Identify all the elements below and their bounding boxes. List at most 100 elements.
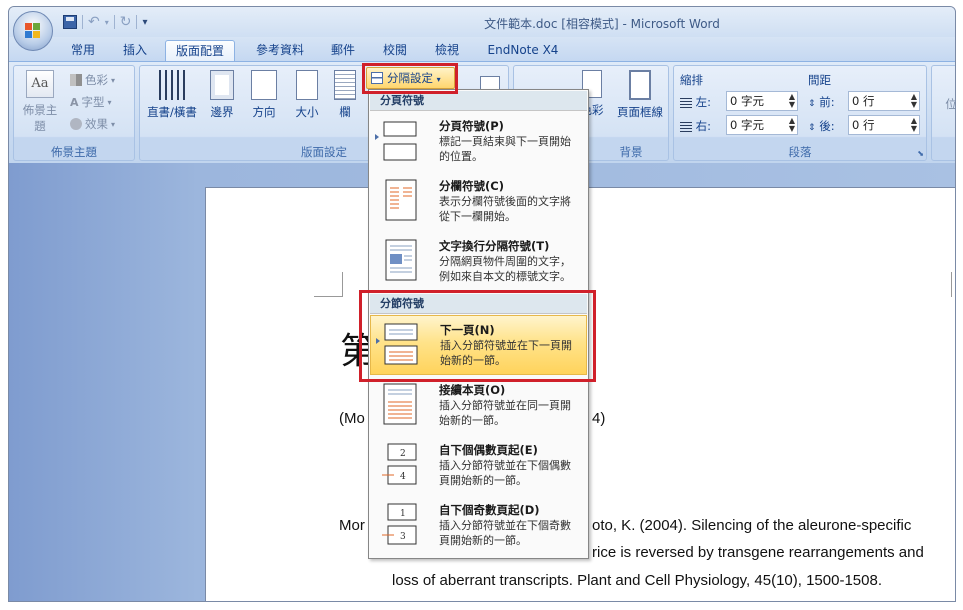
indent-right-value: 0 字元 bbox=[730, 118, 764, 132]
office-logo-icon bbox=[25, 23, 41, 39]
theme-effects-button[interactable]: 效果 ▾ bbox=[70, 116, 115, 132]
office-button[interactable] bbox=[13, 11, 53, 51]
dropdown-arrow-icon: ▾ bbox=[107, 97, 112, 107]
dropdown-arrow-icon: ▾ bbox=[111, 119, 116, 129]
page-borders-button[interactable]: 頁面框線 bbox=[614, 70, 666, 120]
annotation-box-breaks bbox=[362, 63, 458, 94]
size-icon bbox=[296, 70, 318, 100]
indent-left-icon bbox=[680, 97, 692, 108]
tab-endnote[interactable]: EndNote X4 bbox=[479, 40, 567, 61]
submenu-marker-icon bbox=[375, 134, 379, 140]
page-borders-label: 頁面框線 bbox=[617, 105, 663, 119]
tab-page-layout[interactable]: 版面配置 bbox=[165, 40, 235, 61]
continuous-break-icon bbox=[383, 383, 417, 425]
spinner-arrows-icon[interactable]: ▲ ▼ bbox=[789, 93, 795, 109]
menu-item-odd-page[interactable]: 1 3 自下個奇數頁起(D) 插入分節符號並在下個奇數 頁開始新的一節。 bbox=[370, 496, 587, 556]
size-label: 大小 bbox=[295, 105, 319, 119]
orientation-icon bbox=[251, 70, 277, 100]
margins-icon bbox=[210, 70, 234, 100]
ribbon-tabs: 常用 插入 版面配置 參考資料 郵件 校閱 檢視 EndNote X4 bbox=[9, 37, 955, 61]
menu-item-desc: 插入分節符號並在下個奇數 頁開始新的一節。 bbox=[439, 519, 571, 547]
dropdown-arrow-icon: ▾ bbox=[111, 75, 116, 85]
menu-item-continuous[interactable]: 接續本頁(O) 插入分節符號並在同一頁開 始新的一節。 bbox=[370, 376, 587, 436]
orientation-button[interactable]: 方向 bbox=[244, 70, 284, 120]
colors-icon bbox=[70, 74, 82, 86]
indent-left-value: 0 字元 bbox=[730, 94, 764, 108]
svg-text:3: 3 bbox=[400, 532, 406, 542]
svg-text:2: 2 bbox=[400, 449, 406, 459]
title-bar: ↶ ▾ ↻ ▾ 文件範本.doc [相容模式] - Microsoft Word bbox=[9, 7, 955, 37]
theme-colors-button[interactable]: 色彩 ▾ bbox=[70, 72, 115, 88]
tab-mailings[interactable]: 郵件 bbox=[321, 40, 365, 61]
spacing-before-value: 0 行 bbox=[852, 94, 875, 108]
themes-button-label: 佈景主題 bbox=[22, 103, 58, 133]
window-title: 文件範本.doc [相容模式] - Microsoft Word bbox=[484, 17, 720, 31]
menu-item-page-break[interactable]: 分頁符號(P) 標記一頁結束與下一頁開始 的位置。 bbox=[370, 112, 587, 172]
svg-text:4: 4 bbox=[400, 472, 406, 482]
themes-button[interactable]: Aa 佈景主題 bbox=[18, 70, 62, 134]
margins-button[interactable]: 邊界 bbox=[204, 70, 240, 120]
crop-mark bbox=[951, 272, 952, 297]
paragraph-group: 縮排 間距 左: 0 字元 ▲ ▼ 右: 0 字元 ▲ ▼ ⇕ 前: 0 行 ▲… bbox=[673, 65, 927, 161]
citation-left: (Mo bbox=[339, 410, 365, 427]
reference-line3: loss of aberrant transcripts. Plant and … bbox=[392, 572, 882, 589]
menu-item-title: 分欄符號(C) bbox=[439, 179, 504, 193]
tab-view[interactable]: 檢視 bbox=[425, 40, 469, 61]
tab-review[interactable]: 校閱 bbox=[373, 40, 417, 61]
svg-text:1: 1 bbox=[400, 509, 406, 519]
menu-item-desc: 分隔網頁物件周圍的文字， 例如來自本文的標號文字。 bbox=[439, 255, 571, 283]
menu-item-title: 自下個奇數頁起(D) bbox=[439, 503, 540, 517]
spacing-before-icon: ⇕ bbox=[808, 99, 816, 109]
menu-item-desc: 插入分節符號並在同一頁開 始新的一節。 bbox=[439, 399, 571, 427]
text-direction-button[interactable]: 直書/橫書 bbox=[144, 70, 200, 120]
spacing-before-row: ⇕ 前: bbox=[808, 94, 835, 110]
effects-icon bbox=[70, 118, 82, 130]
spacing-after-input[interactable]: 0 行 ▲ ▼ bbox=[848, 115, 920, 135]
columns-button[interactable]: 欄 bbox=[330, 70, 360, 120]
themes-icon: Aa bbox=[26, 70, 54, 98]
annotation-box-section-breaks bbox=[359, 290, 596, 382]
orientation-label: 方向 bbox=[252, 105, 276, 119]
dialog-launcher-icon[interactable]: ⬊ bbox=[917, 149, 924, 158]
menu-item-title: 自下個偶數頁起(E) bbox=[439, 443, 538, 457]
spacing-before-label: 前: bbox=[819, 95, 835, 109]
menu-item-even-page[interactable]: 2 4 自下個偶數頁起(E) 插入分節符號並在下個偶數 頁開始新的一節。 bbox=[370, 436, 587, 496]
spinner-arrows-icon[interactable]: ▲ ▼ bbox=[789, 117, 795, 133]
menu-item-title: 分頁符號(P) bbox=[439, 119, 504, 133]
menu-item-desc: 表示分欄符號後面的文字將 從下一欄開始。 bbox=[439, 195, 571, 223]
page-break-icon bbox=[383, 121, 417, 161]
spinner-arrows-icon[interactable]: ▲ ▼ bbox=[911, 117, 917, 133]
menu-item-desc: 插入分節符號並在下個偶數 頁開始新的一節。 bbox=[439, 459, 571, 487]
even-page-break-icon: 2 4 bbox=[382, 443, 417, 485]
menu-item-title: 文字換行分隔符號(T) bbox=[439, 239, 550, 253]
reference-line2-right: rice is reversed by transgene rearrangem… bbox=[592, 544, 924, 561]
indent-left-input[interactable]: 0 字元 ▲ ▼ bbox=[726, 91, 798, 111]
crop-mark bbox=[314, 296, 342, 297]
position-button[interactable]: 位 bbox=[936, 96, 955, 112]
spacing-label: 間距 bbox=[808, 73, 831, 87]
size-button[interactable]: 大小 bbox=[288, 70, 326, 120]
spacing-after-row: ⇕ 後: bbox=[808, 118, 835, 134]
menu-item-text-wrapping-break[interactable]: 文字換行分隔符號(T) 分隔網頁物件周圍的文字， 例如來自本文的標號文字。 bbox=[370, 232, 587, 292]
columns-label: 欄 bbox=[339, 105, 351, 119]
tab-references[interactable]: 參考資料 bbox=[245, 40, 315, 61]
menu-item-column-break[interactable]: 分欄符號(C) 表示分欄符號後面的文字將 從下一欄開始。 bbox=[370, 172, 587, 232]
theme-fonts-button[interactable]: A 字型 ▾ bbox=[70, 94, 112, 110]
odd-page-break-icon: 1 3 bbox=[382, 503, 417, 545]
reference-line1-right: oto, K. (2004). Silencing of the aleuron… bbox=[592, 517, 912, 534]
page-breaks-header: 分頁符號 bbox=[370, 91, 587, 111]
indent-left-label: 左: bbox=[695, 95, 712, 109]
effects-label: 效果 bbox=[85, 117, 108, 131]
tab-home[interactable]: 常用 bbox=[61, 40, 105, 61]
spacing-after-label: 後: bbox=[819, 119, 835, 133]
themes-group: Aa 佈景主題 色彩 ▾ A 字型 ▾ 效果 ▾ 佈景主題 bbox=[13, 65, 135, 161]
spinner-arrows-icon[interactable]: ▲ ▼ bbox=[911, 93, 917, 109]
text-direction-icon bbox=[159, 70, 185, 100]
fonts-icon: A bbox=[70, 95, 79, 109]
text-wrapping-break-icon bbox=[385, 239, 417, 281]
spacing-before-input[interactable]: 0 行 ▲ ▼ bbox=[848, 91, 920, 111]
reference-line1-left: Mor bbox=[339, 517, 365, 534]
column-break-icon bbox=[385, 179, 417, 221]
indent-right-input[interactable]: 0 字元 ▲ ▼ bbox=[726, 115, 798, 135]
tab-insert[interactable]: 插入 bbox=[113, 40, 157, 61]
